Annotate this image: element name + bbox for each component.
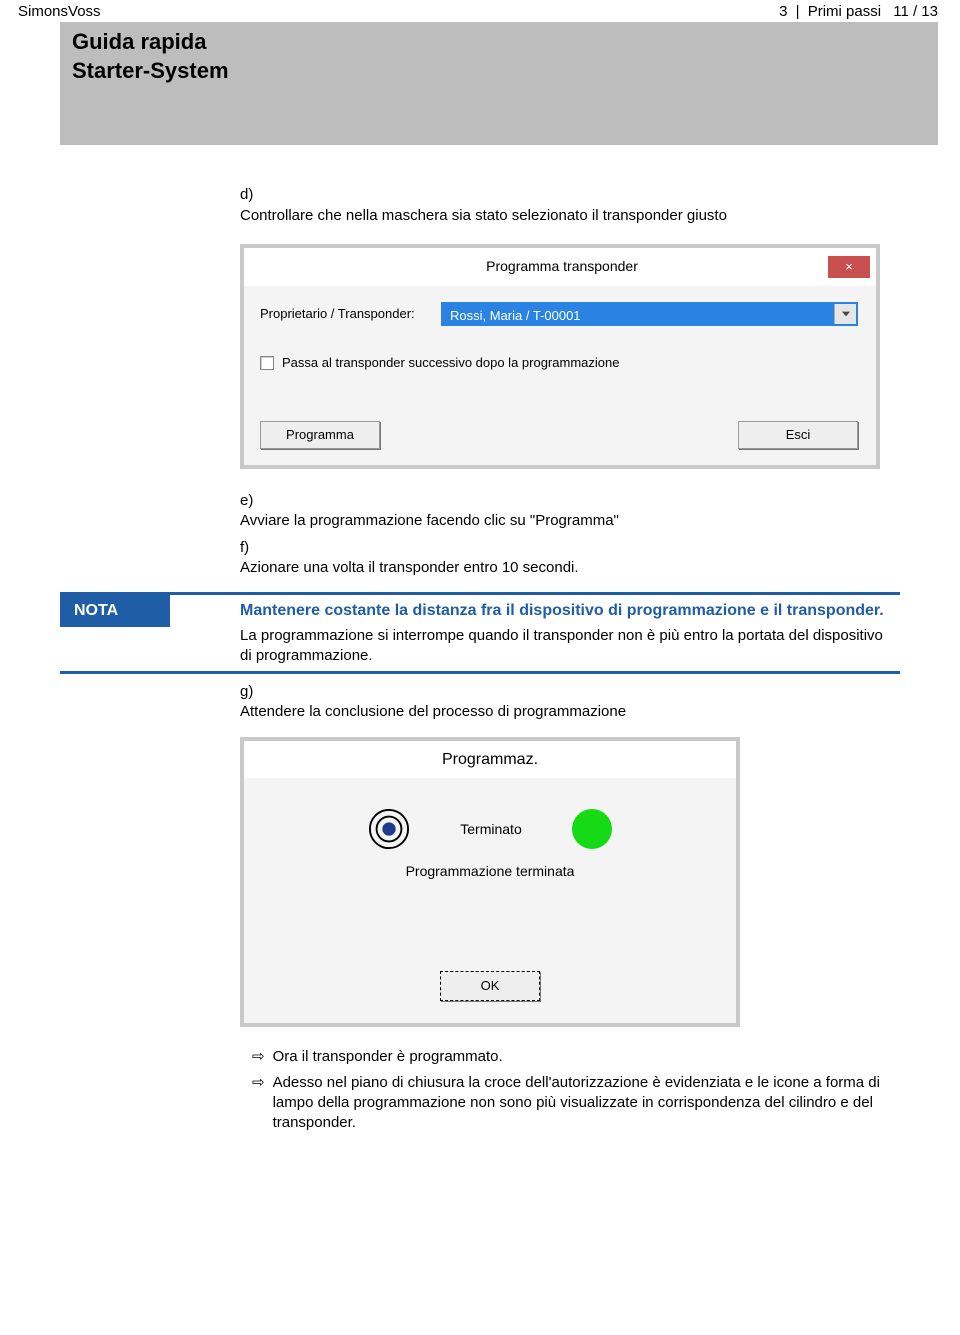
status-row: Terminato <box>264 808 716 850</box>
step-d: d) Controllare che nella maschera sia st… <box>240 185 900 226</box>
result-arrow-icon: ⇨ <box>252 1073 265 1134</box>
result-2-text: Adesso nel piano di chiusura la croce de… <box>273 1073 900 1134</box>
step-f-text: Azionare una volta il transponder entro … <box>240 558 874 578</box>
nota-box: NOTA Mantenere costante la distanza fra … <box>240 592 900 674</box>
program-button[interactable]: Programma <box>260 421 380 449</box>
title-banner: Guida rapida Starter-System <box>60 22 938 145</box>
transponder-icon <box>368 808 410 850</box>
dialog1-button-row: Programma Esci <box>260 421 858 449</box>
section-title: Primi passi <box>808 3 881 20</box>
ok-button[interactable]: OK <box>440 971 540 1001</box>
separator: | <box>796 3 800 20</box>
owner-transponder-label: Proprietario / Transponder: <box>260 305 425 323</box>
nota-label: NOTA <box>60 595 170 627</box>
section-number: 3 <box>779 3 787 20</box>
dialog1-titlebar: Programma transponder × <box>244 248 876 286</box>
owner-transponder-row: Proprietario / Transponder: Rossi, Maria… <box>260 302 858 326</box>
status-text: Terminato <box>460 820 521 839</box>
exit-button[interactable]: Esci <box>738 421 858 449</box>
step-d-label: d) <box>240 185 262 205</box>
step-e: e) Avviare la programmazione facendo cli… <box>240 491 900 532</box>
next-transponder-label: Passa al transponder successivo dopo la … <box>282 354 619 372</box>
nota-bottom-rule <box>60 671 900 674</box>
status-indicator-green <box>572 809 612 849</box>
step-g: g) Attendere la conclusione del processo… <box>240 682 900 723</box>
owner-transponder-combo[interactable]: Rossi, Maria / T-00001 <box>441 302 858 326</box>
dropdown-arrow[interactable] <box>834 304 856 324</box>
owner-transponder-value: Rossi, Maria / T-00001 <box>443 304 834 324</box>
step-d-text: Controllare che nella maschera sia stato… <box>240 206 874 226</box>
page-number: 11 / 13 <box>893 3 938 20</box>
result-item-1: ⇨ Ora il transponder è programmato. <box>240 1047 900 1067</box>
close-icon: × <box>845 258 853 276</box>
step-f: f) Azionare una volta il transponder ent… <box>240 538 900 579</box>
ok-button-row: OK <box>264 971 716 1001</box>
next-transponder-checkbox[interactable] <box>260 356 274 370</box>
dialog1-title: Programma transponder <box>296 257 828 276</box>
dialog2-title: Programmaz. <box>244 741 736 779</box>
result-list: ⇨ Ora il transponder è programmato. ⇨ Ad… <box>240 1047 900 1134</box>
doc-title-line1: Guida rapida <box>72 29 206 54</box>
nota-sub-text: La programmazione si interrompe quando i… <box>240 626 892 667</box>
program-transponder-dialog: Programma transponder × Proprietario / T… <box>240 244 880 469</box>
brand-label: SimonsVoss <box>18 2 101 22</box>
step-e-text: Avviare la programmazione facendo clic s… <box>240 511 874 531</box>
programming-status-dialog: Programmaz. Terminato Programmazione ter… <box>240 737 740 1027</box>
result-1-text: Ora il transponder è programmato. <box>273 1047 900 1067</box>
doc-title-line2: Starter-System <box>72 58 229 83</box>
nota-bold-text: Mantenere costante la distanza fra il di… <box>240 600 892 622</box>
result-item-2: ⇨ Adesso nel piano di chiusura la croce … <box>240 1073 900 1134</box>
step-f-label: f) <box>240 538 262 558</box>
status-sub-text: Programmazione terminata <box>264 862 716 881</box>
page-header-row: SimonsVoss 3 | Primi passi 11 / 13 <box>0 0 960 22</box>
chevron-down-icon <box>842 311 850 317</box>
page-location: 3 | Primi passi 11 / 13 <box>779 2 938 22</box>
step-e-label: e) <box>240 491 262 511</box>
step-g-label: g) <box>240 682 262 702</box>
step-g-text: Attendere la conclusione del processo di… <box>240 702 874 722</box>
next-transponder-checkbox-row: Passa al transponder successivo dopo la … <box>260 354 858 372</box>
result-arrow-icon: ⇨ <box>252 1047 265 1067</box>
close-button[interactable]: × <box>828 256 870 278</box>
